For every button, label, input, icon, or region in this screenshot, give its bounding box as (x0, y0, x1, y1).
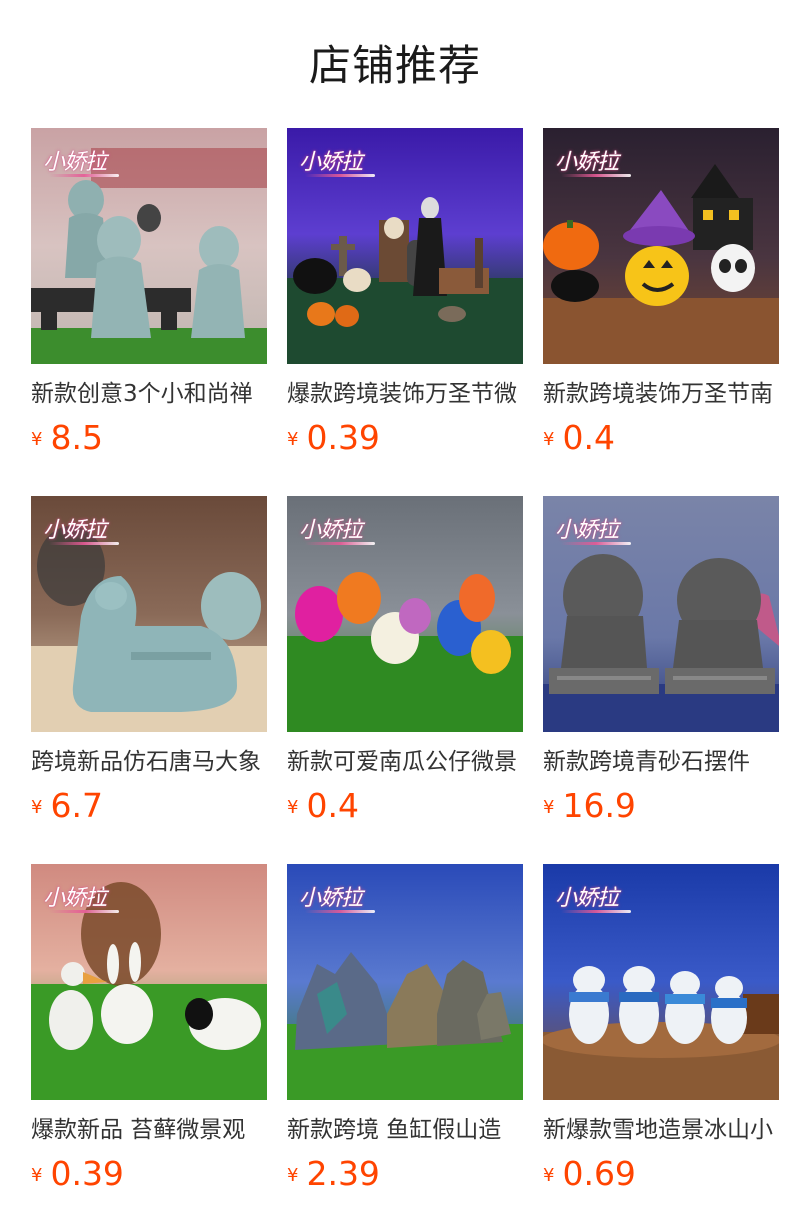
currency-symbol: ¥ (543, 1165, 555, 1186)
product-name[interactable]: 新款创意3个小和尚禅 (31, 378, 267, 410)
product-card[interactable]: 小娇拉 爆款跨境装饰万圣节微 ¥0.39 (287, 128, 523, 457)
product-price: ¥6.7 (31, 784, 103, 828)
price-value: 0.4 (562, 418, 615, 457)
shop-recommendation-page: 店铺推荐 小娇拉 新款创意3个小和尚禅 ¥ 8.5 小娇拉 爆款跨境装饰万圣节微… (0, 0, 790, 1232)
product-grid: 小娇拉 新款创意3个小和尚禅 ¥8.5 小娇拉 爆款跨境装饰万圣节微 ¥ 0.3… (31, 128, 779, 1193)
product-price: ¥8.5 (31, 416, 103, 460)
price-value: 16.9 (562, 786, 636, 825)
product-card[interactable]: 小娇拉 新款跨境装饰万圣节南 ¥0.4 (543, 128, 779, 457)
product-name[interactable]: 新款跨境青砂石摆件 (543, 746, 779, 778)
product-price: ¥0.39 (31, 1152, 124, 1196)
product-image[interactable]: 小娇拉 (543, 128, 779, 364)
product-card[interactable]: 小娇拉 爆款新品 苔藓微景观 ¥0.39 (31, 864, 267, 1193)
product-card[interactable]: 小娇拉 新款可爱南瓜公仔微景 ¥0.4 (287, 496, 523, 825)
product-price: ¥0.4 (543, 416, 615, 460)
brand-watermark: 小娇拉 (555, 144, 631, 177)
product-image[interactable]: 小娇拉 (31, 496, 267, 732)
brand-watermark: 小娇拉 (43, 880, 119, 913)
product-image[interactable]: 小娇拉 (543, 864, 779, 1100)
product-image[interactable]: 小娇拉 (543, 496, 779, 732)
product-card[interactable]: 小娇拉 新款跨境青砂石摆件 ¥16.9 (543, 496, 779, 825)
product-image[interactable]: 小娇拉 (31, 864, 267, 1100)
brand-watermark: 小娇拉 (43, 144, 119, 177)
brand-watermark: 小娇拉 (299, 880, 375, 913)
section-title: 店铺推荐 (308, 41, 481, 90)
product-name[interactable]: 爆款跨境装饰万圣节微 (287, 378, 523, 410)
price-value: 0.69 (562, 1154, 636, 1193)
brand-watermark: 小娇拉 (43, 512, 119, 545)
price-value: 8.5 (50, 418, 103, 457)
product-price: ¥16.9 (543, 784, 636, 828)
currency-symbol: ¥ (287, 429, 299, 450)
product-image[interactable]: 小娇拉 (287, 864, 523, 1100)
product-image[interactable]: 小娇拉 (31, 128, 267, 364)
product-price: ¥0.69 (543, 1152, 636, 1196)
brand-watermark: 小娇拉 (555, 512, 631, 545)
price-value: 0.39 (50, 1154, 124, 1193)
currency-symbol: ¥ (543, 429, 555, 450)
brand-watermark: 小娇拉 (555, 880, 631, 913)
product-card[interactable]: 小娇拉 新爆款雪地造景冰山小 ¥0.69 (543, 864, 779, 1193)
product-name[interactable]: 新款跨境装饰万圣节南 (543, 378, 779, 410)
product-name[interactable]: 新爆款雪地造景冰山小 (543, 1114, 779, 1146)
currency-symbol: ¥ (543, 797, 555, 818)
price-value: 0.4 (306, 786, 359, 825)
product-name[interactable]: 新款跨境 鱼缸假山造 (287, 1114, 523, 1146)
product-price: ¥0.4 (287, 784, 359, 828)
product-price: ¥2.39 (287, 1152, 380, 1196)
product-card[interactable]: 小娇拉 新款跨境 鱼缸假山造 ¥2.39 (287, 864, 523, 1193)
currency-symbol: ¥ (31, 797, 43, 818)
product-image[interactable]: 小娇拉 (287, 128, 523, 364)
currency-symbol: ¥ (31, 1165, 43, 1186)
currency-symbol: ¥ (287, 797, 299, 818)
brand-watermark: 小娇拉 (299, 144, 375, 177)
product-name[interactable]: 爆款新品 苔藓微景观 (31, 1114, 267, 1146)
product-image[interactable]: 小娇拉 (287, 496, 523, 732)
currency-symbol: ¥ (31, 429, 43, 450)
product-name[interactable]: 跨境新品仿石唐马大象 (31, 746, 267, 778)
price-value: 2.39 (306, 1154, 380, 1193)
price-value: 0.39 (306, 418, 380, 457)
price-value: 6.7 (50, 786, 103, 825)
product-price: ¥0.39 (287, 416, 380, 460)
product-card[interactable]: 小娇拉 跨境新品仿石唐马大象 ¥6.7 (31, 496, 267, 825)
product-name[interactable]: 新款可爱南瓜公仔微景 (287, 746, 523, 778)
currency-symbol: ¥ (287, 1165, 299, 1186)
brand-watermark: 小娇拉 (299, 512, 375, 545)
product-card[interactable]: 小娇拉 新款创意3个小和尚禅 ¥8.5 (31, 128, 267, 457)
